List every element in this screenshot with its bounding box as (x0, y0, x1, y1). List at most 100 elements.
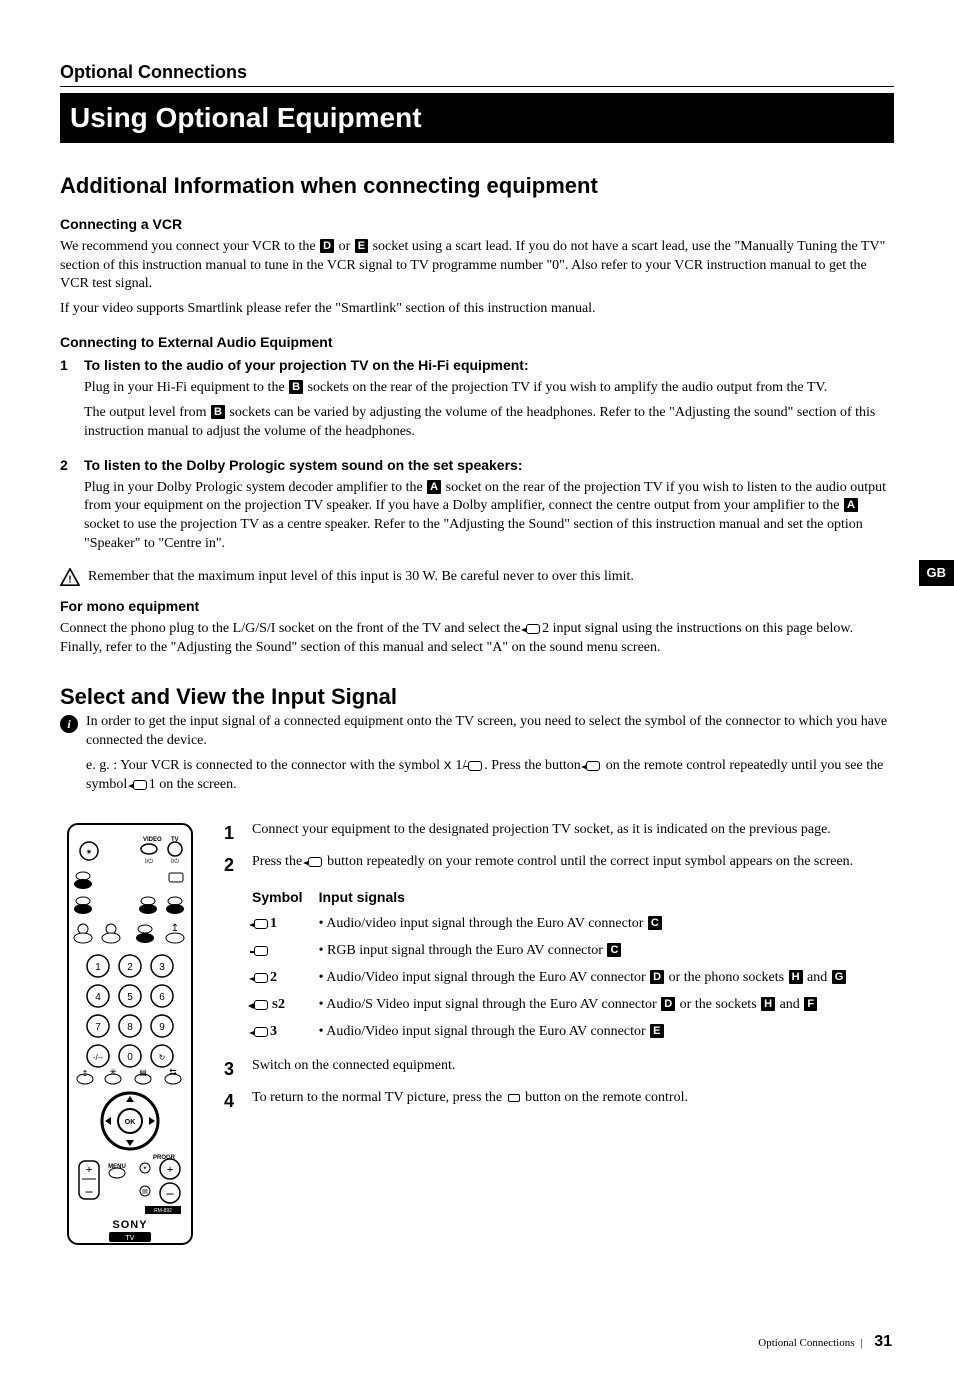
warning-text: Remember that the maximum input level of… (88, 568, 634, 587)
text: sockets on the rear of the projection TV… (304, 380, 827, 395)
svg-text:+: + (86, 1162, 93, 1176)
signal-cell: • Audio/Video input signal through the E… (319, 1020, 864, 1047)
text: button on the remote control. (522, 1090, 688, 1105)
connector-letter-b: B (289, 380, 303, 394)
list-body: To listen to the Dolby Prologic system s… (84, 456, 894, 560)
svg-text:–: – (166, 1186, 175, 1201)
svg-text:2: 2 (127, 962, 133, 973)
text: The output level from (84, 405, 210, 420)
svg-text:-/--: -/-- (93, 1053, 104, 1062)
paragraph: Connect the phono plug to the L/G/S/I so… (60, 620, 894, 658)
warning-row: ! Remember that the maximum input level … (60, 568, 894, 587)
text: socket to use the projection TV as a cen… (84, 517, 863, 551)
connector-letter-d: D (320, 239, 334, 253)
svg-text:↻: ↻ (159, 1053, 166, 1062)
input-source-icon (254, 1000, 268, 1010)
connector-letter-c: C (607, 943, 621, 957)
text: Connect the phono plug to the L/G/S/I so… (60, 621, 524, 636)
paragraph: e. g. : Your VCR is connected to the con… (86, 757, 894, 795)
input-source-icon (254, 919, 268, 929)
text: button repeatedly on your remote control… (324, 854, 854, 869)
step-number: 1 (224, 821, 242, 845)
symbol-cell (252, 939, 319, 966)
step-number: 4 (224, 1089, 242, 1113)
step-number: 3 (224, 1057, 242, 1081)
svg-text:–: – (85, 1184, 94, 1199)
text: Plug in your Hi-Fi equipment to the (84, 380, 288, 395)
subheading-connecting-vcr: Connecting a VCR (60, 215, 894, 234)
table-row: S2• Audio/S Video input signal through t… (252, 993, 863, 1020)
table-row: 2• Audio/Video input signal through the … (252, 966, 863, 993)
symbol-suffix: 2 (278, 997, 285, 1012)
section-title-select-view: Select and View the Input Signal (60, 682, 894, 712)
step-item: 1 Connect your equipment to the designat… (224, 821, 894, 845)
text: We recommend you connect your VCR to the (60, 239, 319, 254)
input-source-icon (254, 973, 268, 983)
paragraph: We recommend you connect your VCR to the… (60, 238, 894, 295)
svg-text:↥: ↥ (171, 923, 179, 934)
svg-text:I/⏻: I/⏻ (171, 858, 179, 865)
numbered-list: 1 To listen to the audio of your project… (60, 356, 894, 560)
subheading-external-audio: Connecting to External Audio Equipment (60, 333, 894, 352)
svg-text:✳: ✳ (109, 1067, 117, 1077)
list-number: 1 (60, 356, 74, 448)
remote-illustration: VIDEO TV ✴ I/⏻ I/⏻ ↥ 1 2 3 4 5 (60, 821, 200, 1251)
input-source-icon (468, 761, 482, 771)
text: e. g. : Your VCR is connected to the con… (86, 758, 443, 773)
step-body: To return to the normal TV picture, pres… (252, 1089, 688, 1113)
connector-letter-f: F (804, 997, 817, 1011)
svg-text:5: 5 (127, 992, 133, 1003)
paragraph: Plug in your Dolby Prologic system decod… (84, 479, 894, 555)
warning-triangle-icon: ! (60, 568, 80, 586)
input-source-icon (254, 946, 268, 956)
header-label: Optional Connections (60, 60, 894, 87)
table-header-symbol: Symbol (252, 886, 319, 913)
section-title-additional-info: Additional Information when connecting e… (60, 171, 894, 201)
page-title-banner: Using Optional Equipment (60, 93, 894, 143)
footer: Optional Connections | 31 (60, 1331, 894, 1353)
remote-video-label: VIDEO (143, 837, 162, 843)
paragraph: If your video supports Smartlink please … (60, 300, 894, 319)
symbol-cell: 3 (252, 1020, 319, 1047)
svg-text:↥: ↥ (82, 1069, 89, 1078)
connector-letter-d: D (661, 997, 675, 1011)
text: Press the (252, 854, 306, 869)
text: . Press the button (484, 758, 584, 773)
step-number: 2 (224, 853, 242, 877)
info-body: In order to get the input signal of a co… (86, 713, 894, 801)
table-row: 1• Audio/video input signal through the … (252, 912, 863, 939)
connector-letter-g: G (832, 970, 847, 984)
step-item: 3 Switch on the connected equipment. (224, 1057, 894, 1081)
input-source-icon (526, 624, 540, 634)
svg-text:9: 9 (159, 1022, 165, 1033)
connector-letter-d: D (650, 970, 664, 984)
svg-text:1: 1 (95, 962, 101, 973)
connector-letter-e: E (650, 1024, 663, 1038)
paragraph: The output level from B sockets can be v… (84, 404, 894, 442)
step-body: Switch on the connected equipment. (252, 1057, 455, 1081)
remote-brand-label: SONY (112, 1219, 147, 1231)
tv-button-icon (508, 1094, 520, 1102)
svg-text:MENU: MENU (108, 1164, 126, 1170)
symbol-suffix: 3 (270, 1024, 277, 1039)
symbol-cell: S2 (252, 993, 319, 1020)
connector-letter-h: H (761, 997, 775, 1011)
step-item: 2 Press the button repeatedly on your re… (224, 853, 894, 877)
text: To return to the normal TV picture, pres… (252, 1090, 506, 1105)
paragraph: In order to get the input signal of a co… (86, 713, 894, 751)
svg-text:0: 0 (127, 1052, 133, 1063)
list-number: 2 (60, 456, 74, 560)
input-symbol-table: Symbol Input signals 1• Audio/video inpu… (252, 886, 863, 1047)
connector-letter-c: C (648, 916, 662, 930)
paragraph: Plug in your Hi-Fi equipment to the B so… (84, 379, 894, 398)
item-title: To listen to the Dolby Prologic system s… (84, 456, 894, 475)
svg-text:✴: ✴ (142, 1165, 147, 1172)
step-item: 4 To return to the normal TV picture, pr… (224, 1089, 894, 1113)
symbol-suffix: 1 (270, 916, 277, 931)
connector-letter-a: A (844, 498, 858, 512)
info-icon: i (60, 715, 78, 733)
table-row: 3 • Audio/Video input signal through the … (252, 1020, 863, 1047)
svg-text:▤: ▤ (139, 1068, 147, 1077)
signal-cell: • RGB input signal through the Euro AV c… (319, 939, 864, 966)
svg-text:8: 8 (127, 1022, 133, 1033)
